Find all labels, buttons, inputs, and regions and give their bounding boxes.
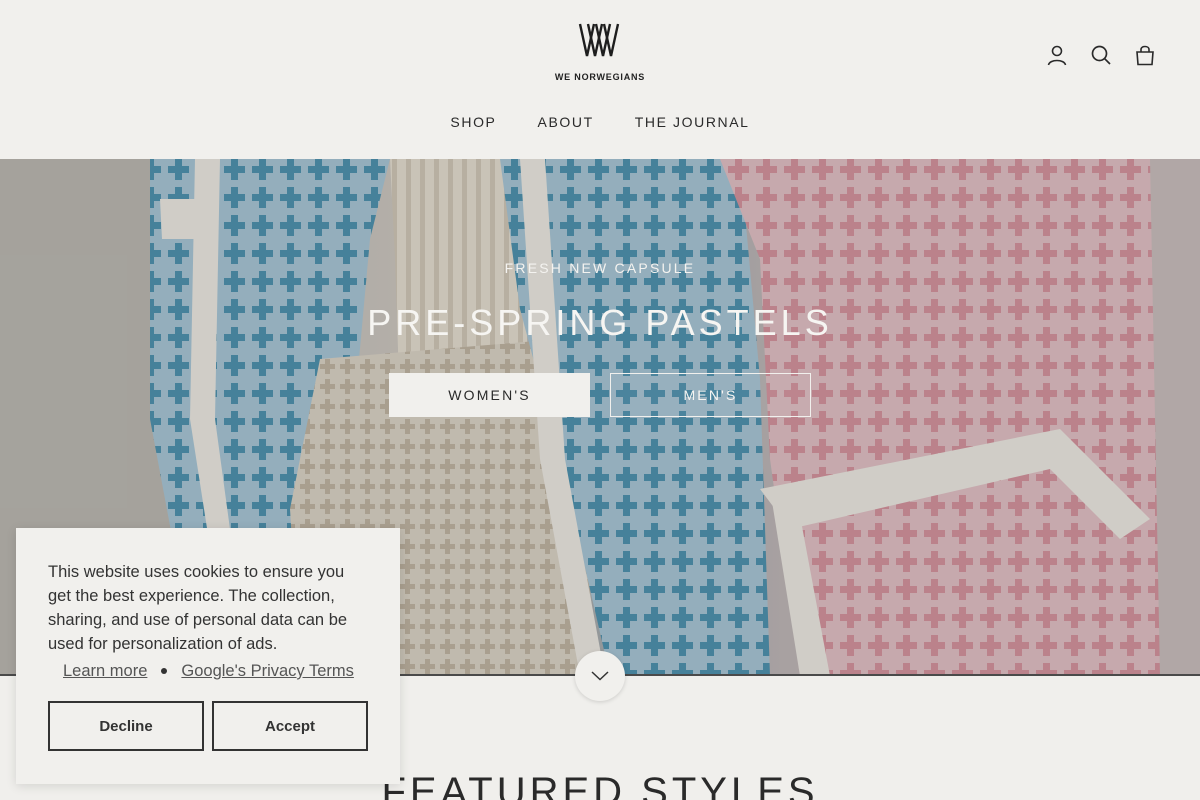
nav-item-about[interactable]: ABOUT [538, 112, 594, 132]
account-icon [1047, 45, 1067, 66]
accept-button[interactable]: Accept [212, 701, 368, 751]
logo-text: WE NORWEGIANS [554, 72, 646, 82]
main-nav: SHOP ABOUT THE JOURNAL [0, 112, 1200, 132]
hero-content: FRESH NEW CAPSULE PRE-SPRING PASTELS WOM… [0, 259, 1200, 417]
header-actions [1042, 40, 1160, 70]
account-button[interactable] [1042, 40, 1072, 70]
logo[interactable]: WE NORWEGIANS [550, 22, 650, 92]
privacy-terms-link[interactable]: Google's Privacy Terms [181, 659, 354, 683]
search-button[interactable] [1086, 40, 1116, 70]
nav-item-shop[interactable]: SHOP [450, 112, 496, 132]
cart-button[interactable] [1130, 40, 1160, 70]
cookie-links: Learn more Google's Privacy Terms [48, 659, 368, 683]
nav-item-journal[interactable]: THE JOURNAL [635, 112, 750, 132]
cookie-actions: Decline Accept [48, 701, 368, 751]
chevron-down-icon [591, 671, 609, 681]
hero-buttons: WOMEN'S MEN'S [0, 373, 1200, 417]
logo-mark-icon [578, 23, 620, 57]
site-header: WE NORWEGIANS SHOP ABOUT THE JOURNAL [0, 0, 1200, 159]
hero-title: PRE-SPRING PASTELS [367, 302, 833, 343]
womens-button[interactable]: WOMEN'S [389, 373, 590, 417]
scroll-down-button[interactable] [575, 651, 625, 701]
hero-eyebrow: FRESH NEW CAPSULE [504, 260, 696, 276]
search-icon [1091, 45, 1111, 65]
learn-more-link[interactable]: Learn more [63, 659, 147, 683]
cookie-message: This website uses cookies to ensure you … [48, 563, 348, 653]
mens-button[interactable]: MEN'S [610, 373, 811, 417]
cookie-banner: This website uses cookies to ensure you … [16, 528, 400, 784]
decline-button[interactable]: Decline [48, 701, 204, 751]
separator-dot [161, 668, 168, 674]
cart-icon [1136, 45, 1154, 66]
